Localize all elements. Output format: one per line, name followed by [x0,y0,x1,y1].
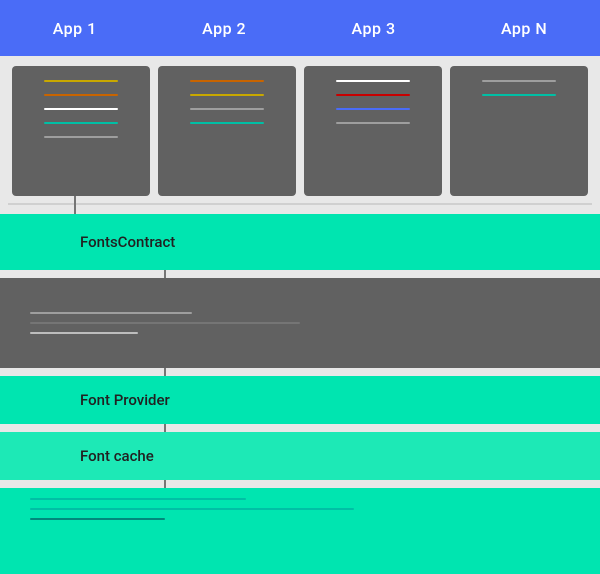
font-provider-label: Font Provider [80,391,170,409]
apps-row [0,66,600,196]
line-1a [44,80,117,82]
app-box-n [450,66,588,196]
line-1b [44,94,117,96]
app-bar-item-3[interactable]: App 3 [352,19,396,38]
fonts-contract-block: FontsContract [0,214,600,270]
line-3d [336,122,409,124]
line-na [482,80,555,82]
bottom-teal-block [0,488,600,574]
line-2d [190,122,263,124]
app-box-1 [12,66,150,196]
diagram: FontsContract Font Provider Font cache [0,56,600,574]
line-2c [190,108,263,110]
app-box-2 [158,66,296,196]
app-box-3 [304,66,442,196]
middle-gray-block [0,278,600,368]
font-cache-block: Font cache [0,432,600,480]
app-bar: App 1 App 2 App 3 App N [0,0,600,56]
mid-line-1 [30,312,192,314]
app-bar-item-1[interactable]: App 1 [53,19,97,38]
bottom-line-3 [30,518,165,520]
mid-line-2 [30,322,300,324]
line-3c [336,108,409,110]
line-1d [44,122,117,124]
line-3b [336,94,409,96]
line-2b [190,94,263,96]
bottom-line-2 [30,508,354,510]
line-nb [482,94,555,96]
line-1c [44,108,117,110]
app-bar-item-n[interactable]: App N [501,19,547,38]
font-provider-block: Font Provider [0,376,600,424]
line-1e [44,136,117,138]
line-3a [336,80,409,82]
line-2a [190,80,263,82]
mid-line-3 [30,332,138,334]
app-bar-item-2[interactable]: App 2 [202,19,246,38]
font-cache-label: Font cache [80,447,154,465]
fonts-contract-label: FontsContract [80,233,175,251]
bottom-line-1 [30,498,246,500]
